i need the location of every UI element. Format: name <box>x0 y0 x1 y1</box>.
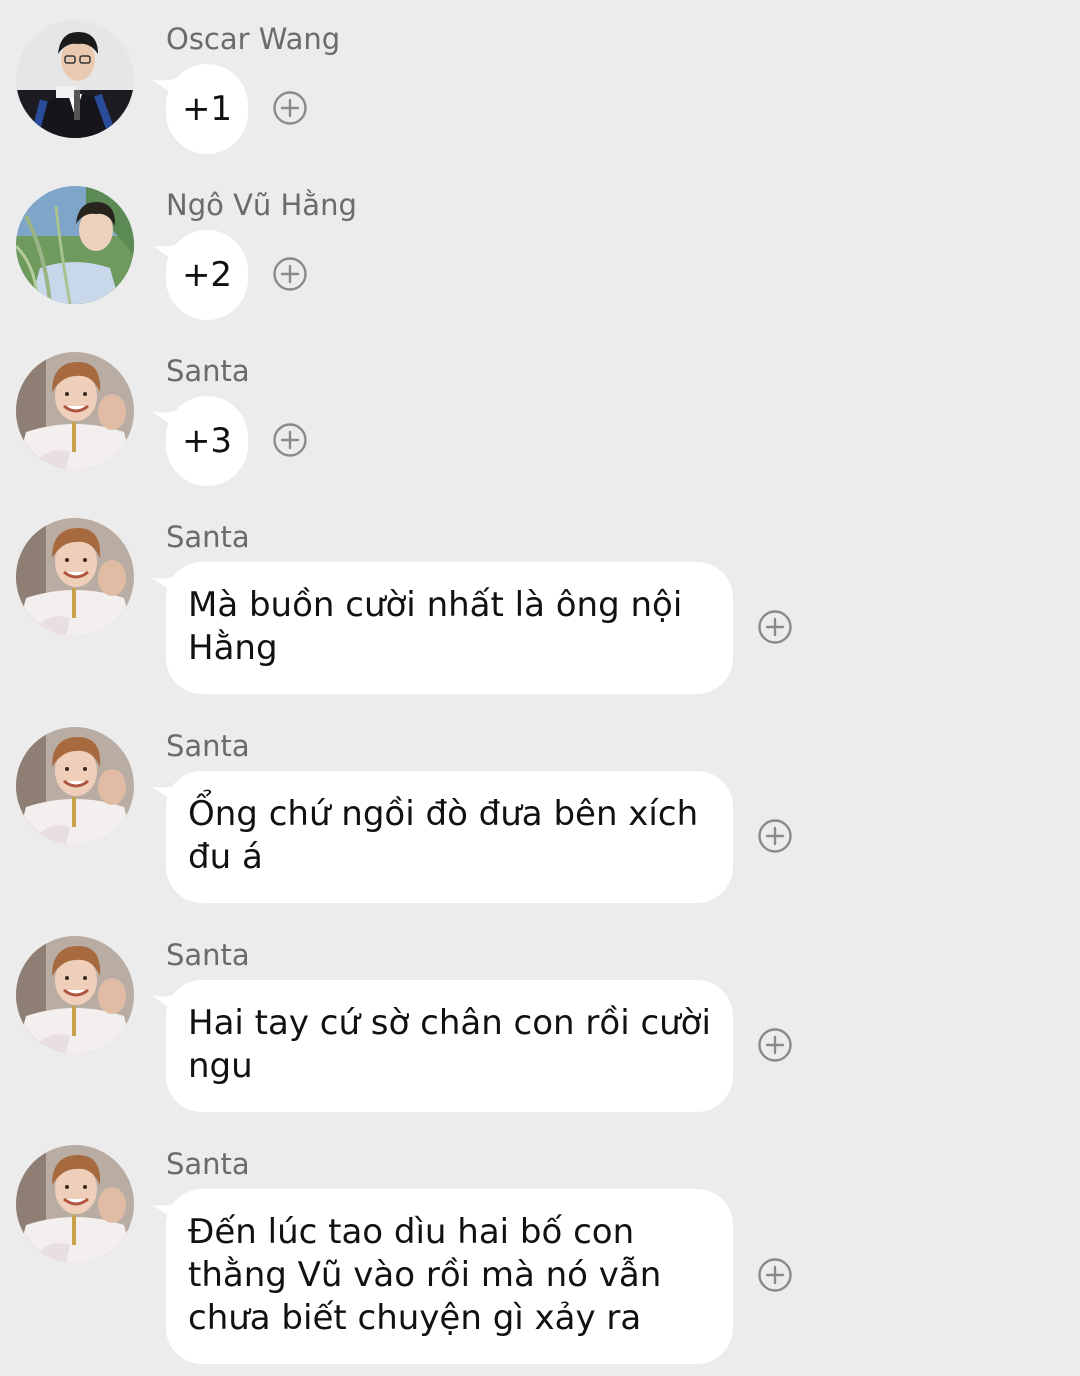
message-text: +2 <box>181 254 233 295</box>
message-text: Mà buồn cười nhất là ông nội Hằng <box>188 585 683 668</box>
sender-name: Oscar Wang <box>166 22 341 56</box>
message-text: Đến lúc tao dìu hai bố con thằng Vũ vào … <box>188 1212 662 1338</box>
message-text: +3 <box>181 420 233 461</box>
avatar[interactable] <box>16 727 134 845</box>
message-bubble[interactable]: +1 <box>166 64 248 154</box>
message-text: +1 <box>181 88 233 129</box>
add-reaction-icon[interactable] <box>273 91 307 125</box>
add-reaction-icon[interactable] <box>758 1028 792 1062</box>
hang-avatar-image <box>16 186 134 304</box>
avatar[interactable] <box>16 352 134 470</box>
santa-avatar-image <box>16 352 134 470</box>
add-reaction-icon[interactable] <box>758 610 792 644</box>
add-reaction-icon[interactable] <box>273 423 307 457</box>
avatar[interactable] <box>16 1145 134 1263</box>
message-text: Hai tay cứ sờ chân con rồi cười ngu <box>188 1003 711 1086</box>
avatar[interactable] <box>16 20 134 138</box>
message-bubble[interactable]: Mà buồn cười nhất là ông nội Hằng <box>166 562 733 694</box>
sender-name: Santa <box>166 729 250 763</box>
sender-name: Ngô Vũ Hằng <box>166 188 357 222</box>
avatar[interactable] <box>16 186 134 304</box>
santa-avatar-image <box>16 518 134 636</box>
add-reaction-icon[interactable] <box>758 819 792 853</box>
sender-name: Santa <box>166 1147 250 1181</box>
santa-avatar-image <box>16 936 134 1054</box>
add-reaction-icon[interactable] <box>758 1258 792 1292</box>
message-bubble[interactable]: +3 <box>166 396 248 486</box>
add-reaction-icon[interactable] <box>273 257 307 291</box>
message-bubble[interactable]: Đến lúc tao dìu hai bố con thằng Vũ vào … <box>166 1189 733 1364</box>
sender-name: Santa <box>166 520 250 554</box>
message-bubble[interactable]: Hai tay cứ sờ chân con rồi cười ngu <box>166 980 733 1112</box>
sender-name: Santa <box>166 354 250 388</box>
santa-avatar-image <box>16 1145 134 1263</box>
avatar[interactable] <box>16 936 134 1054</box>
avatar[interactable] <box>16 518 134 636</box>
message-bubble[interactable]: Ổng chứ ngồi đò đưa bên xích đu á <box>166 771 733 903</box>
message-bubble[interactable]: +2 <box>166 230 248 320</box>
sender-name: Santa <box>166 938 250 972</box>
santa-avatar-image <box>16 727 134 845</box>
message-text: Ổng chứ ngồi đò đưa bên xích đu á <box>188 794 699 877</box>
oscar-avatar-image <box>16 20 134 138</box>
